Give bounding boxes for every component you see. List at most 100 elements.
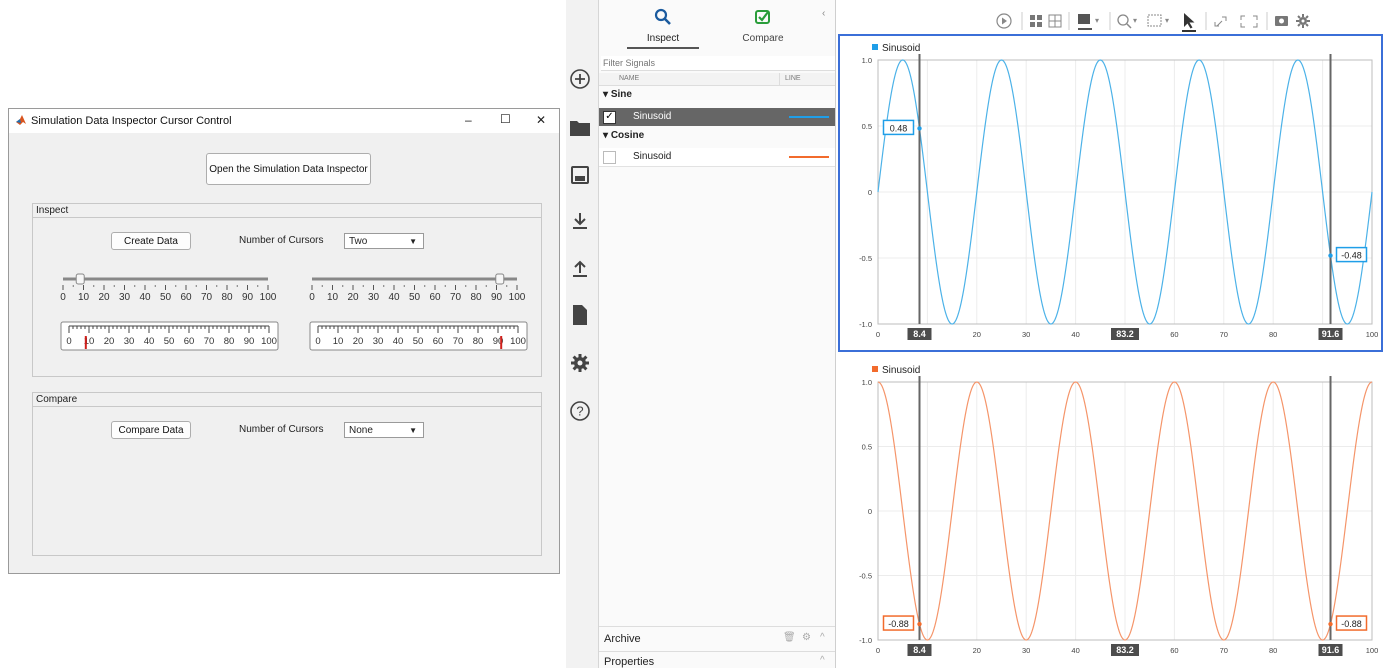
slider-tick-label: 40 — [139, 292, 151, 303]
collapse-chevron-icon[interactable]: ‹ — [822, 8, 825, 19]
group-sine-label: Sine — [610, 89, 632, 100]
gauge-tick-label: 100 — [510, 336, 526, 347]
gear-icon[interactable] — [1296, 14, 1310, 28]
camera-icon[interactable] — [1275, 16, 1288, 26]
y-tick-label: 1.0 — [862, 378, 872, 387]
cursor-time-label: 91.6 — [1322, 645, 1340, 655]
cursor-time-label: 8.4 — [913, 645, 926, 655]
slider-tick-label: 0 — [309, 292, 315, 303]
line-swatch — [789, 156, 829, 158]
slider-tick-label: 40 — [388, 292, 400, 303]
signal-checkbox[interactable]: ✓ — [603, 111, 616, 124]
sine-plot[interactable]: Sinusoid1.00.50-0.5-1.001020304050607080… — [840, 36, 1381, 350]
subplot-icon[interactable] — [1048, 14, 1062, 28]
export-icon[interactable] — [567, 256, 593, 282]
slider-2-thumb[interactable] — [495, 273, 505, 285]
chevron-down-icon: ▼ — [409, 426, 417, 435]
signal-name: Sinusoid — [633, 111, 672, 122]
play-icon[interactable] — [996, 13, 1012, 29]
properties-label[interactable]: Properties — [604, 656, 654, 668]
compare-panel: Compare Compare Data Number of Cursors N… — [32, 392, 542, 556]
window-title: Simulation Data Inspector Cursor Control — [31, 115, 232, 127]
slider-tick-label: 70 — [201, 292, 213, 303]
compare-cursors-dropdown[interactable]: None ▼ — [344, 422, 424, 438]
caret-down-icon: ▾ — [603, 89, 609, 100]
magnifier-icon — [654, 8, 671, 25]
slider-tick-label: 20 — [347, 292, 359, 303]
compare-cursors-label: Number of Cursors — [239, 424, 324, 435]
y-tick-label: 0.5 — [862, 443, 872, 452]
maximize-button[interactable]: ☐ — [500, 112, 511, 126]
check-icon — [755, 10, 770, 24]
gauge-tick-label: 40 — [393, 336, 404, 347]
list-item[interactable]: ✓ Sinusoid — [599, 108, 835, 126]
cosine-plot[interactable]: Sinusoid1.00.50-0.5-1.001020304050607080… — [840, 358, 1381, 666]
cursor-value-label: -0.48 — [1341, 251, 1362, 261]
x-tick-label: 20 — [973, 646, 981, 655]
signal-panel: Inspect Compare ‹ NAME LINE ▾ Sine ✓ Sin… — [599, 0, 836, 668]
trash-icon[interactable]: 🗑 — [783, 632, 796, 643]
plot-toolbar: ▾ ▾ ▾ — [996, 12, 1310, 32]
slider-1-thumb[interactable] — [75, 273, 85, 285]
cursor-value-label: -0.88 — [1341, 619, 1362, 629]
slider-tick-label: 30 — [119, 292, 131, 303]
expand-icon[interactable] — [1214, 16, 1227, 27]
divider — [599, 651, 835, 652]
list-item[interactable]: Sinusoid — [599, 148, 835, 167]
signal-name: Sinusoid — [633, 151, 672, 162]
tab-inspect-label: Inspect — [646, 33, 680, 44]
header-name: NAME — [619, 75, 640, 82]
inspect-panel: Inspect Create Data Number of Cursors Tw… — [32, 203, 542, 377]
y-tick-label: 0.5 — [862, 122, 872, 131]
cursor-mode-icon[interactable]: ▾ — [1078, 14, 1099, 30]
legend-swatch — [872, 44, 878, 50]
close-button[interactable]: ✕ — [536, 113, 546, 127]
gauge-tick-label: 60 — [184, 336, 195, 347]
title-bar: Simulation Data Inspector Cursor Control… — [9, 109, 559, 133]
tab-inspect[interactable]: Inspect — [627, 8, 699, 49]
slider-tick-label: 10 — [78, 292, 90, 303]
cursor-point — [1328, 253, 1333, 258]
table-header: NAME LINE — [599, 73, 835, 86]
help-icon[interactable]: ? — [567, 398, 593, 424]
import-icon[interactable] — [567, 208, 593, 234]
tab-compare[interactable]: Compare — [727, 8, 799, 44]
slider-tick-label: 80 — [221, 292, 233, 303]
x-tick-label: 100 — [1366, 646, 1379, 655]
header-divider — [779, 73, 780, 85]
gear-icon[interactable] — [567, 350, 593, 376]
folder-icon[interactable] — [567, 114, 593, 140]
fit-view-icon[interactable]: ▾ — [1147, 14, 1169, 27]
slider-tick-label: 100 — [509, 292, 526, 303]
gear-icon[interactable]: ⚙ — [802, 632, 811, 643]
filter-signals-input[interactable] — [601, 56, 835, 71]
layout-grid-icon[interactable] — [1030, 15, 1042, 27]
x-tick-label: 40 — [1071, 646, 1079, 655]
group-sine[interactable]: ▾ Sine — [603, 89, 632, 100]
add-icon[interactable] — [567, 66, 593, 92]
document-icon[interactable] — [567, 302, 593, 328]
save-icon[interactable] — [567, 162, 593, 188]
minimize-button[interactable]: – — [465, 113, 472, 127]
compare-data-button[interactable]: Compare Data — [111, 421, 191, 439]
y-tick-label: 0 — [868, 188, 872, 197]
plot-background — [840, 36, 1381, 350]
signal-checkbox[interactable] — [603, 151, 616, 164]
group-cosine[interactable]: ▾ Cosine — [603, 130, 644, 141]
y-tick-label: 1.0 — [862, 56, 872, 65]
zoom-icon[interactable]: ▾ — [1117, 14, 1137, 29]
chevron-up-icon[interactable]: ^ — [820, 632, 825, 643]
slider-tick-label: 50 — [409, 292, 421, 303]
x-tick-label: 0 — [876, 646, 880, 655]
cursor-delta-label: 83.2 — [1116, 645, 1134, 655]
slider-tick-label: 0 — [60, 292, 66, 303]
archive-label[interactable]: Archive — [604, 633, 641, 645]
x-tick-label: 80 — [1269, 646, 1277, 655]
pointer-icon[interactable] — [1182, 13, 1196, 32]
fullscreen-icon[interactable] — [1240, 15, 1258, 28]
y-tick-label: -1.0 — [859, 320, 872, 329]
open-sdi-button[interactable]: Open the Simulation Data Inspector — [206, 153, 371, 185]
slider-tick-label: 30 — [368, 292, 380, 303]
chevron-up-icon[interactable]: ^ — [820, 655, 825, 666]
line-swatch — [789, 116, 829, 118]
